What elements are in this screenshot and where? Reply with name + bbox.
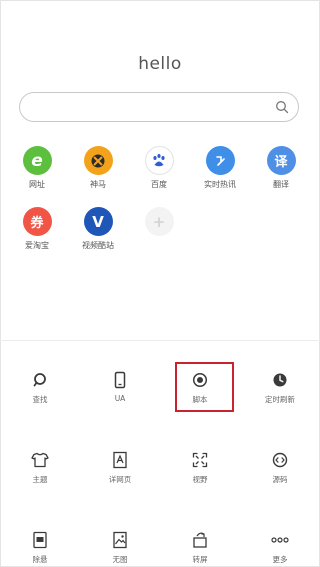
tool-page-detail[interactable]: 详网页	[90, 450, 150, 485]
site-baidu[interactable]: 百度	[131, 146, 187, 190]
baidu-paw-icon	[144, 146, 174, 175]
tool-ua[interactable]: UA	[90, 370, 150, 403]
tool-label: 无图	[112, 555, 128, 564]
shenma-icon	[83, 146, 113, 175]
add-site-icon: +	[144, 207, 174, 236]
highlight-box	[175, 362, 234, 412]
search-icon[interactable]	[275, 100, 289, 114]
translate-icon: 译	[266, 146, 296, 175]
site-label: 爱淘宝	[25, 241, 49, 250]
site-shenma[interactable]: 神马	[70, 146, 126, 190]
expand-view-icon	[190, 450, 210, 470]
no-image-icon	[110, 530, 130, 550]
site-label: 视频酷站	[82, 241, 114, 250]
more-icon	[270, 530, 290, 550]
tool-more[interactable]: 更多	[250, 530, 310, 565]
site-glyph: 译	[274, 155, 288, 170]
add-site-button[interactable]: +	[131, 207, 187, 236]
clock-icon	[270, 370, 290, 390]
tool-label: UA	[114, 394, 126, 403]
tool-no-image[interactable]: 无图	[90, 530, 150, 565]
site-translate[interactable]: 译 翻译	[253, 146, 309, 190]
site-video[interactable]: V 视频酷站	[70, 207, 126, 251]
hotnews-icon	[205, 146, 235, 175]
shirt-theme-icon	[30, 450, 50, 470]
tool-view[interactable]: 视野	[170, 450, 230, 485]
site-label: 翻译	[273, 180, 289, 189]
site-label: 网址	[29, 180, 45, 189]
site-aitaobao[interactable]: 券 爱淘宝	[9, 207, 65, 251]
tool-find[interactable]: 查找	[10, 370, 70, 405]
tool-label: 除悬	[32, 555, 48, 564]
page-detail-icon	[110, 450, 130, 470]
rotate-screen-icon	[190, 530, 210, 550]
tool-label: 视野	[192, 475, 208, 484]
search-input[interactable]	[32, 98, 266, 118]
site-label: 百度	[151, 180, 167, 189]
search-bar[interactable]	[19, 92, 299, 122]
tool-label: 主题	[32, 475, 48, 484]
tool-source-code[interactable]: 源码	[250, 450, 310, 485]
tool-timed-refresh[interactable]: 定时刷新	[250, 370, 310, 405]
site-label: 实时热讯	[204, 180, 236, 189]
phone-ua-icon	[110, 370, 130, 390]
site-hotnews[interactable]: 实时热讯	[192, 146, 248, 190]
site-glyph: e	[31, 150, 43, 171]
video-site-icon: V	[83, 207, 113, 236]
tool-label: 详网页	[108, 475, 132, 484]
browser-e-icon: e	[22, 146, 52, 175]
site-glyph: V	[92, 212, 104, 231]
tool-label: 更多	[272, 555, 288, 564]
section-divider	[0, 340, 320, 341]
page-title: hello	[138, 54, 182, 74]
site-glyph: 券	[30, 216, 44, 231]
site-wangzhi[interactable]: e 网址	[9, 146, 65, 190]
tool-label: 转屏	[192, 555, 208, 564]
source-code-icon	[270, 450, 290, 470]
floating-remove-icon	[30, 530, 50, 550]
tool-label: 源码	[272, 475, 288, 484]
tool-rotate-screen[interactable]: 转屏	[170, 530, 230, 565]
site-label: 神马	[90, 180, 106, 189]
tool-theme[interactable]: 主题	[10, 450, 70, 485]
site-glyph: +	[152, 212, 166, 231]
tool-label: 定时刷新	[265, 395, 295, 404]
find-icon	[30, 370, 50, 390]
taobao-icon: 券	[22, 207, 52, 236]
tool-label: 查找	[32, 395, 48, 404]
tool-remove-floating[interactable]: 除悬	[10, 530, 70, 565]
